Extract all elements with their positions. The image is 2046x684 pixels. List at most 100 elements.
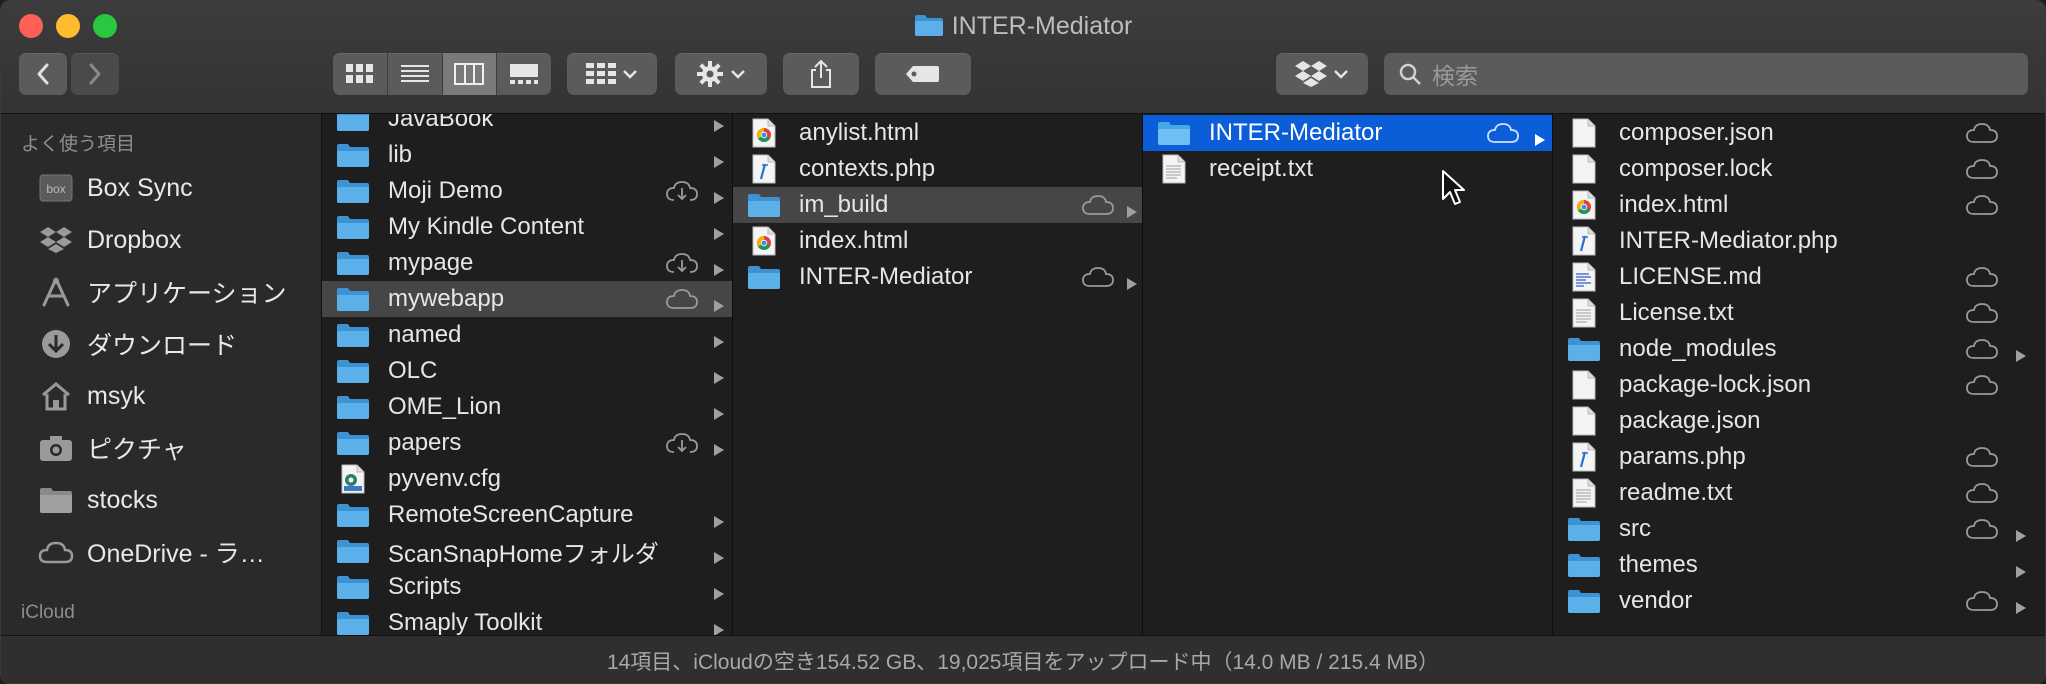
disclosure-arrow-icon xyxy=(713,508,725,528)
chevron-right-icon xyxy=(89,63,101,85)
folder-row[interactable]: src xyxy=(1553,511,2045,547)
folder-row[interactable]: INTER-Mediator xyxy=(1143,115,1552,151)
file-row[interactable]: anylist.html xyxy=(733,115,1142,151)
folder-icon xyxy=(336,284,370,314)
gallery-view-button[interactable] xyxy=(497,53,551,95)
back-button[interactable] xyxy=(19,53,67,95)
group-by-button[interactable] xyxy=(567,53,657,95)
sidebar-item-label: Dropbox xyxy=(87,225,182,254)
file-row[interactable]: package.json xyxy=(1553,403,2045,439)
sidebar-item-home[interactable]: msyk xyxy=(37,376,145,416)
action-button[interactable] xyxy=(675,53,767,95)
file-row[interactable]: index.html xyxy=(733,223,1142,259)
folder-row[interactable]: vendor xyxy=(1553,583,2045,619)
cloud-download-icon[interactable] xyxy=(665,432,699,454)
icon-view-button[interactable] xyxy=(333,53,388,95)
folder-icon xyxy=(336,212,370,242)
folder-row[interactable]: Scripts xyxy=(322,569,732,605)
file-row[interactable]: pyvenv.cfg xyxy=(322,461,732,497)
file-row[interactable]: readme.txt xyxy=(1553,475,2045,511)
toolbar: INTER-Mediator 検索 xyxy=(1,1,2045,114)
disclosure-arrow-icon xyxy=(2015,522,2027,542)
sidebar-item-label: ピクチャ xyxy=(87,436,187,464)
config-file-icon xyxy=(336,464,370,494)
document-icon xyxy=(1567,118,1601,148)
finder-window: INTER-Mediator 検索 よく使う項目 box Box Sync Dr… xyxy=(0,0,2046,684)
item-name: Smaply Toolkit xyxy=(388,609,543,635)
sidebar-item-pictures[interactable]: ピクチャ xyxy=(37,428,187,468)
list-view-button[interactable] xyxy=(388,53,443,95)
folder-row[interactable]: papers xyxy=(322,425,732,461)
item-name: themes xyxy=(1619,551,1698,578)
disclosure-arrow-icon xyxy=(713,256,725,276)
browser-column-4: composer.json composer.lock index.html INTE… xyxy=(1553,114,2045,635)
share-button[interactable] xyxy=(783,53,859,95)
folder-row[interactable]: node_modules xyxy=(1553,331,2045,367)
folder-row[interactable]: im_build xyxy=(733,187,1142,223)
file-row[interactable]: composer.lock xyxy=(1553,151,2045,187)
sidebar-item-label: OneDrive - ラ… xyxy=(87,540,265,568)
folder-row[interactable]: OME_Lion xyxy=(322,389,732,425)
search-field[interactable]: 検索 xyxy=(1384,53,2028,95)
cloud-download-icon[interactable] xyxy=(665,180,699,202)
item-name: contexts.php xyxy=(799,155,936,182)
disclosure-arrow-icon xyxy=(1126,270,1138,290)
folder-icon xyxy=(747,190,781,220)
folder-icon xyxy=(336,356,370,386)
sidebar-item-label: Box Sync xyxy=(87,173,193,202)
forward-button[interactable] xyxy=(71,53,119,95)
folder-row[interactable]: mywebapp xyxy=(322,281,732,317)
php-file-icon xyxy=(747,154,781,184)
file-row[interactable]: index.html xyxy=(1553,187,2045,223)
item-name: OME_Lion xyxy=(388,393,502,420)
sidebar-item-stocks[interactable]: stocks xyxy=(37,480,158,520)
file-row[interactable]: License.txt xyxy=(1553,295,2045,331)
file-row[interactable]: INTER-Mediator.php xyxy=(1553,223,2045,259)
item-name: lib xyxy=(388,141,413,168)
item-name: receipt.txt xyxy=(1209,155,1314,182)
folder-row[interactable]: Moji Demo xyxy=(322,173,732,209)
folder-row[interactable]: JavaBook xyxy=(322,114,732,137)
folder-row[interactable]: lib xyxy=(322,137,732,173)
column-view-button[interactable] xyxy=(442,53,498,95)
cloud-download-icon[interactable] xyxy=(665,252,699,274)
sidebar-item-applications[interactable]: アプリケーション xyxy=(37,272,287,312)
file-row[interactable]: composer.json xyxy=(1553,115,2045,151)
sidebar-item-onedrive[interactable]: OneDrive - ラ… xyxy=(37,532,265,572)
disclosure-arrow-icon xyxy=(713,148,725,168)
folder-row[interactable]: named xyxy=(322,317,732,353)
file-row[interactable]: package-lock.json xyxy=(1553,367,2045,403)
file-row[interactable]: contexts.php xyxy=(733,151,1142,187)
folder-row[interactable]: RemoteScreenCapture xyxy=(322,497,732,533)
icloud-icon xyxy=(1965,518,1999,540)
disclosure-arrow-icon xyxy=(713,436,725,456)
sidebar-item-label: stocks xyxy=(87,485,158,514)
folder-icon xyxy=(336,428,370,458)
folder-row[interactable]: mypage xyxy=(322,245,732,281)
sidebar-item-downloads[interactable]: ダウンロード xyxy=(37,324,237,364)
folder-icon xyxy=(336,176,370,206)
item-name: ScanSnapHomeフォルダ xyxy=(388,540,659,568)
item-name: named xyxy=(388,321,462,348)
file-row[interactable]: receipt.txt xyxy=(1143,151,1552,187)
folder-row[interactable]: Smaply Toolkit xyxy=(322,605,732,635)
sidebar-item-box-sync[interactable]: box Box Sync xyxy=(37,168,193,208)
folder-row[interactable]: INTER-Mediator xyxy=(733,259,1142,295)
icloud-icon xyxy=(1965,194,1999,216)
dropbox-toolbar-button[interactable] xyxy=(1276,53,1368,95)
tags-button[interactable] xyxy=(875,53,971,95)
sidebar-item-dropbox[interactable]: Dropbox xyxy=(37,220,182,260)
folder-row[interactable]: themes xyxy=(1553,547,2045,583)
downloads-icon xyxy=(37,328,75,360)
folder-row[interactable]: My Kindle Content xyxy=(322,209,732,245)
file-row[interactable]: params.php xyxy=(1553,439,2045,475)
folder-row[interactable]: ScanSnapHomeフォルダ xyxy=(322,533,732,569)
document-icon xyxy=(1567,154,1601,184)
chrome-html-icon xyxy=(747,118,781,148)
icloud-icon xyxy=(1965,446,1999,468)
icloud-icon xyxy=(665,288,699,310)
icloud-icon xyxy=(1965,122,1999,144)
file-row[interactable]: LICENSE.md xyxy=(1553,259,2045,295)
folder-icon xyxy=(747,262,781,292)
folder-row[interactable]: OLC xyxy=(322,353,732,389)
